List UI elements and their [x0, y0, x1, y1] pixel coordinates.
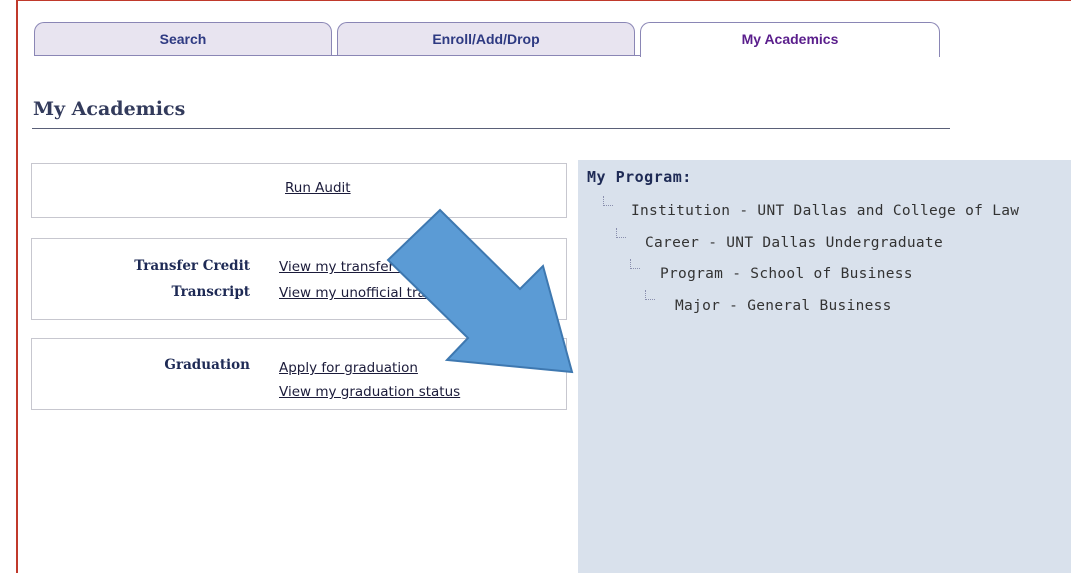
- my-program-panel: My Program: Institution - UNT Dallas and…: [578, 160, 1071, 573]
- tree-item-major: Major - General Business: [675, 298, 892, 314]
- title-divider: [32, 128, 950, 129]
- tab-enroll-add-drop[interactable]: Enroll/Add/Drop: [337, 22, 635, 55]
- audit-box: Run Audit: [31, 163, 567, 218]
- tree-item-program: Program - School of Business: [660, 266, 913, 282]
- transfer-credit-label: Transfer Credit: [134, 258, 250, 274]
- tree-item-institution: Institution - UNT Dallas and College of …: [631, 203, 1020, 219]
- page-title: My Academics: [33, 98, 186, 120]
- transfer-credit-link[interactable]: View my transfer credit: [279, 259, 437, 275]
- tree-item-career: Career - UNT Dallas Undergraduate: [645, 235, 943, 251]
- apply-for-graduation-link[interactable]: Apply for graduation: [279, 360, 418, 376]
- my-program-heading: My Program:: [587, 168, 692, 186]
- graduation-label: Graduation: [164, 357, 250, 373]
- tab-baseline: [34, 55, 640, 56]
- run-audit-link[interactable]: Run Audit: [285, 180, 351, 196]
- tree-connector-icon: [603, 196, 613, 206]
- graduation-status-link[interactable]: View my graduation status: [279, 384, 460, 400]
- unofficial-transcript-link[interactable]: View my unofficial transcript: [279, 285, 472, 301]
- graduation-box: Graduation Apply for graduation View my …: [31, 338, 567, 410]
- tab-search[interactable]: Search: [34, 22, 332, 55]
- tab-my-academics[interactable]: My Academics: [640, 22, 940, 57]
- transcript-label: Transcript: [171, 284, 250, 300]
- records-box: Transfer Credit View my transfer credit …: [31, 238, 567, 320]
- tree-connector-icon: [616, 228, 626, 238]
- tree-connector-icon: [645, 290, 655, 300]
- tree-connector-icon: [630, 259, 640, 269]
